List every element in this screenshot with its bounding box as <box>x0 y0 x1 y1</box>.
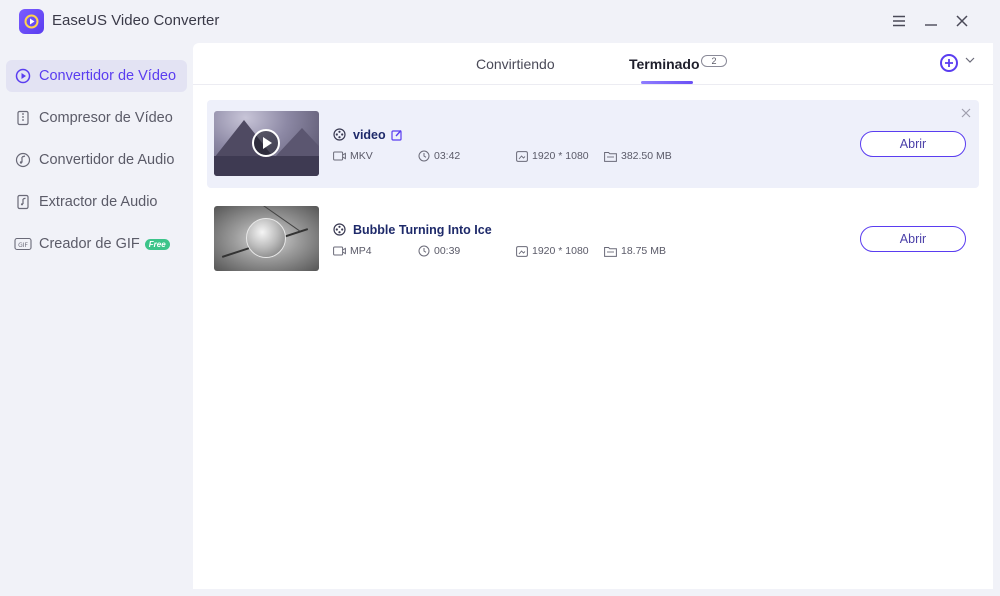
svg-text:GIF: GIF <box>18 242 28 249</box>
file-name: Bubble Turning Into Ice <box>353 223 492 237</box>
duration-label: 00:39 <box>434 245 461 257</box>
file-resolution: 1920 * 1080 <box>516 245 589 257</box>
audio-convert-icon <box>14 151 32 169</box>
duration-label: 03:42 <box>434 150 461 162</box>
app-logo-icon <box>19 9 44 34</box>
resolution-label: 1920 * 1080 <box>532 245 589 257</box>
list-item[interactable]: video MKV 03:42 1920 * 1080 382.50 MB Ab… <box>207 100 979 188</box>
chevron-down-icon[interactable] <box>965 55 975 67</box>
minimize-icon[interactable] <box>920 10 942 32</box>
file-format: MP4 <box>333 245 372 257</box>
size-label: 18.75 MB <box>621 245 666 257</box>
audio-extract-icon <box>14 193 32 211</box>
sidebar-item-label: Creador de GIF <box>39 236 140 252</box>
edit-icon[interactable] <box>391 128 403 141</box>
video-format-icon <box>333 246 346 256</box>
video-thumbnail[interactable] <box>214 111 319 176</box>
file-format: MKV <box>333 150 373 162</box>
tabs-bar: Convirtiendo Terminado 2 <box>193 43 993 85</box>
file-duration: 00:39 <box>418 245 460 257</box>
film-reel-icon <box>333 128 346 141</box>
file-size: 382.50 MB <box>604 150 672 162</box>
resolution-icon <box>516 245 528 257</box>
app-title: EaseUS Video Converter <box>52 12 220 29</box>
add-file-button[interactable] <box>940 54 958 72</box>
finished-count-badge: 2 <box>701 55 727 67</box>
compress-icon <box>14 109 32 127</box>
file-name: video <box>353 128 386 142</box>
sidebar: Convertidor de Vídeo Compresor de Vídeo … <box>0 60 193 270</box>
file-size: 18.75 MB <box>604 245 666 257</box>
sidebar-item-label: Extractor de Audio <box>39 194 158 210</box>
file-duration: 03:42 <box>418 150 460 162</box>
sidebar-item-audio-converter[interactable]: Convertidor de Audio <box>6 144 187 176</box>
resolution-icon <box>516 150 528 162</box>
sidebar-item-label: Convertidor de Audio <box>39 152 175 168</box>
tab-converting[interactable]: Convirtiendo <box>476 56 555 72</box>
menu-icon[interactable] <box>888 10 910 32</box>
clock-icon <box>418 245 430 257</box>
tab-finished[interactable]: Terminado <box>629 56 700 72</box>
free-badge: Free <box>144 238 170 250</box>
remove-item-icon[interactable] <box>961 107 971 121</box>
film-reel-icon <box>333 223 346 236</box>
sidebar-item-video-converter[interactable]: Convertidor de Vídeo <box>6 60 187 92</box>
title-bar: EaseUS Video Converter <box>0 0 1000 42</box>
open-button[interactable]: Abrir <box>860 131 966 157</box>
folder-icon <box>604 151 617 162</box>
gif-icon: GIF <box>14 235 32 253</box>
main-panel: Convirtiendo Terminado 2 video MKV 03:42 <box>193 43 993 589</box>
list-item[interactable]: Bubble Turning Into Ice MP4 00:39 1920 *… <box>207 195 979 283</box>
video-thumbnail[interactable] <box>214 206 319 271</box>
sidebar-item-label: Compresor de Vídeo <box>39 110 173 126</box>
file-resolution: 1920 * 1080 <box>516 150 589 162</box>
sidebar-item-label: Convertidor de Vídeo <box>39 68 177 84</box>
video-convert-icon <box>14 67 32 85</box>
active-tab-indicator <box>641 81 693 84</box>
open-button[interactable]: Abrir <box>860 226 966 252</box>
format-label: MKV <box>350 150 373 162</box>
video-format-icon <box>333 151 346 161</box>
sidebar-item-audio-extractor[interactable]: Extractor de Audio <box>6 186 187 218</box>
size-label: 382.50 MB <box>621 150 672 162</box>
resolution-label: 1920 * 1080 <box>532 150 589 162</box>
close-window-icon[interactable] <box>951 10 973 32</box>
sidebar-item-gif-maker[interactable]: GIF Creador de GIF Free <box>6 228 187 260</box>
sidebar-item-video-compressor[interactable]: Compresor de Vídeo <box>6 102 187 134</box>
format-label: MP4 <box>350 245 372 257</box>
play-icon[interactable] <box>252 129 280 157</box>
folder-icon <box>604 246 617 257</box>
clock-icon <box>418 150 430 162</box>
